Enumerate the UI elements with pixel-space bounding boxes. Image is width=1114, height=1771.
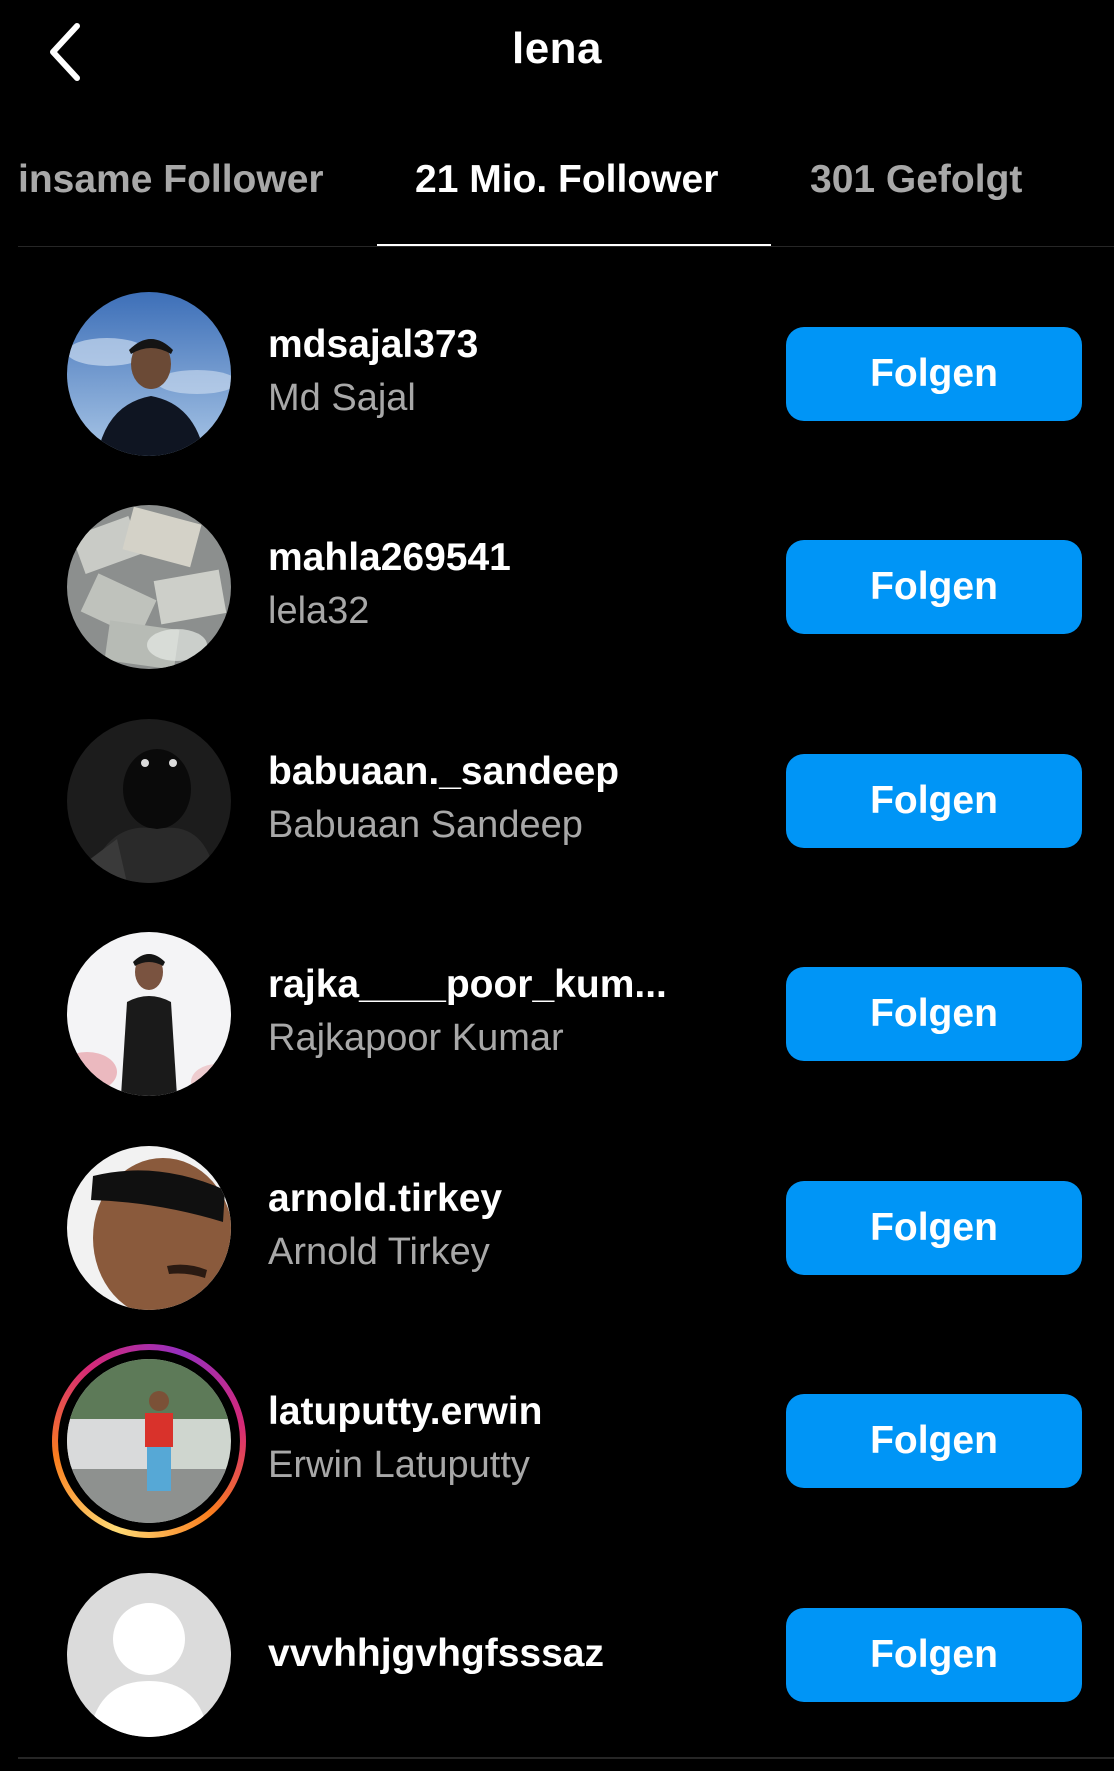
list-item: rajka____poor_kum... Rajkapoor Kumar Fol… (0, 910, 1114, 1124)
header-bar: lena (0, 0, 1114, 110)
follow-button[interactable]: Folgen (786, 754, 1082, 848)
list-item: latuputty.erwin Erwin Latuputty Folgen (0, 1337, 1114, 1551)
full-name: lela32 (268, 590, 370, 632)
username[interactable]: mdsajal373 (268, 320, 708, 370)
username[interactable]: latuputty.erwin (268, 1387, 708, 1437)
list-item: mahla269541 lela32 Folgen (0, 483, 1114, 697)
user-info: rajka____poor_kum... Rajkapoor Kumar (268, 960, 708, 1066)
avatar[interactable] (67, 1359, 231, 1523)
page-title: lena (511, 24, 603, 73)
full-name: Babuaan Sandeep (268, 804, 583, 846)
user-info: latuputty.erwin Erwin Latuputty (268, 1387, 708, 1493)
tab-common-followers[interactable]: insame Follower (18, 158, 324, 202)
user-info: vvvhhjgvhgfsssaz (268, 1629, 708, 1679)
avatar[interactable] (67, 1573, 231, 1737)
tabs-divider (18, 246, 1114, 247)
full-name: Erwin Latuputty (268, 1444, 530, 1486)
username[interactable]: rajka____poor_kum... (268, 960, 708, 1010)
avatar[interactable] (67, 719, 231, 883)
follow-button[interactable]: Folgen (786, 1608, 1082, 1702)
tab-bar: insame Follower 21 Mio. Follower 301 Gef… (0, 140, 1114, 248)
follow-button[interactable]: Folgen (786, 540, 1082, 634)
full-name: Arnold Tirkey (268, 1231, 490, 1273)
follow-button[interactable]: Folgen (786, 967, 1082, 1061)
user-info: mdsajal373 Md Sajal (268, 320, 708, 426)
list-item: mdsajal373 Md Sajal Folgen (0, 270, 1114, 484)
user-info: babuaan._sandeep Babuaan Sandeep (268, 747, 708, 853)
tab-following[interactable]: 301 Gefolgt (810, 158, 1022, 202)
avatar[interactable] (67, 505, 231, 669)
default-avatar-icon (67, 1573, 231, 1737)
list-item: arnold.tirkey Arnold Tirkey Folgen (0, 1124, 1114, 1338)
full-name: Rajkapoor Kumar (268, 1017, 564, 1059)
follow-button[interactable]: Folgen (786, 1394, 1082, 1488)
avatar[interactable] (67, 932, 231, 1096)
username[interactable]: mahla269541 (268, 533, 708, 583)
username[interactable]: vvvhhjgvhgfsssaz (268, 1629, 708, 1679)
follow-button[interactable]: Folgen (786, 327, 1082, 421)
tab-followers[interactable]: 21 Mio. Follower (415, 158, 718, 202)
full-name: Md Sajal (268, 377, 416, 419)
user-info: mahla269541 lela32 (268, 533, 708, 639)
username[interactable]: arnold.tirkey (268, 1174, 708, 1224)
list-item: babuaan._sandeep Babuaan Sandeep Folgen (0, 697, 1114, 911)
user-info: arnold.tirkey Arnold Tirkey (268, 1174, 708, 1280)
username[interactable]: babuaan._sandeep (268, 747, 708, 797)
follow-button[interactable]: Folgen (786, 1181, 1082, 1275)
avatar[interactable] (67, 292, 231, 456)
bottom-divider (18, 1757, 1114, 1759)
list-item: vvvhhjgvhgfsssaz Folgen (0, 1551, 1114, 1765)
avatar[interactable] (67, 1146, 231, 1310)
